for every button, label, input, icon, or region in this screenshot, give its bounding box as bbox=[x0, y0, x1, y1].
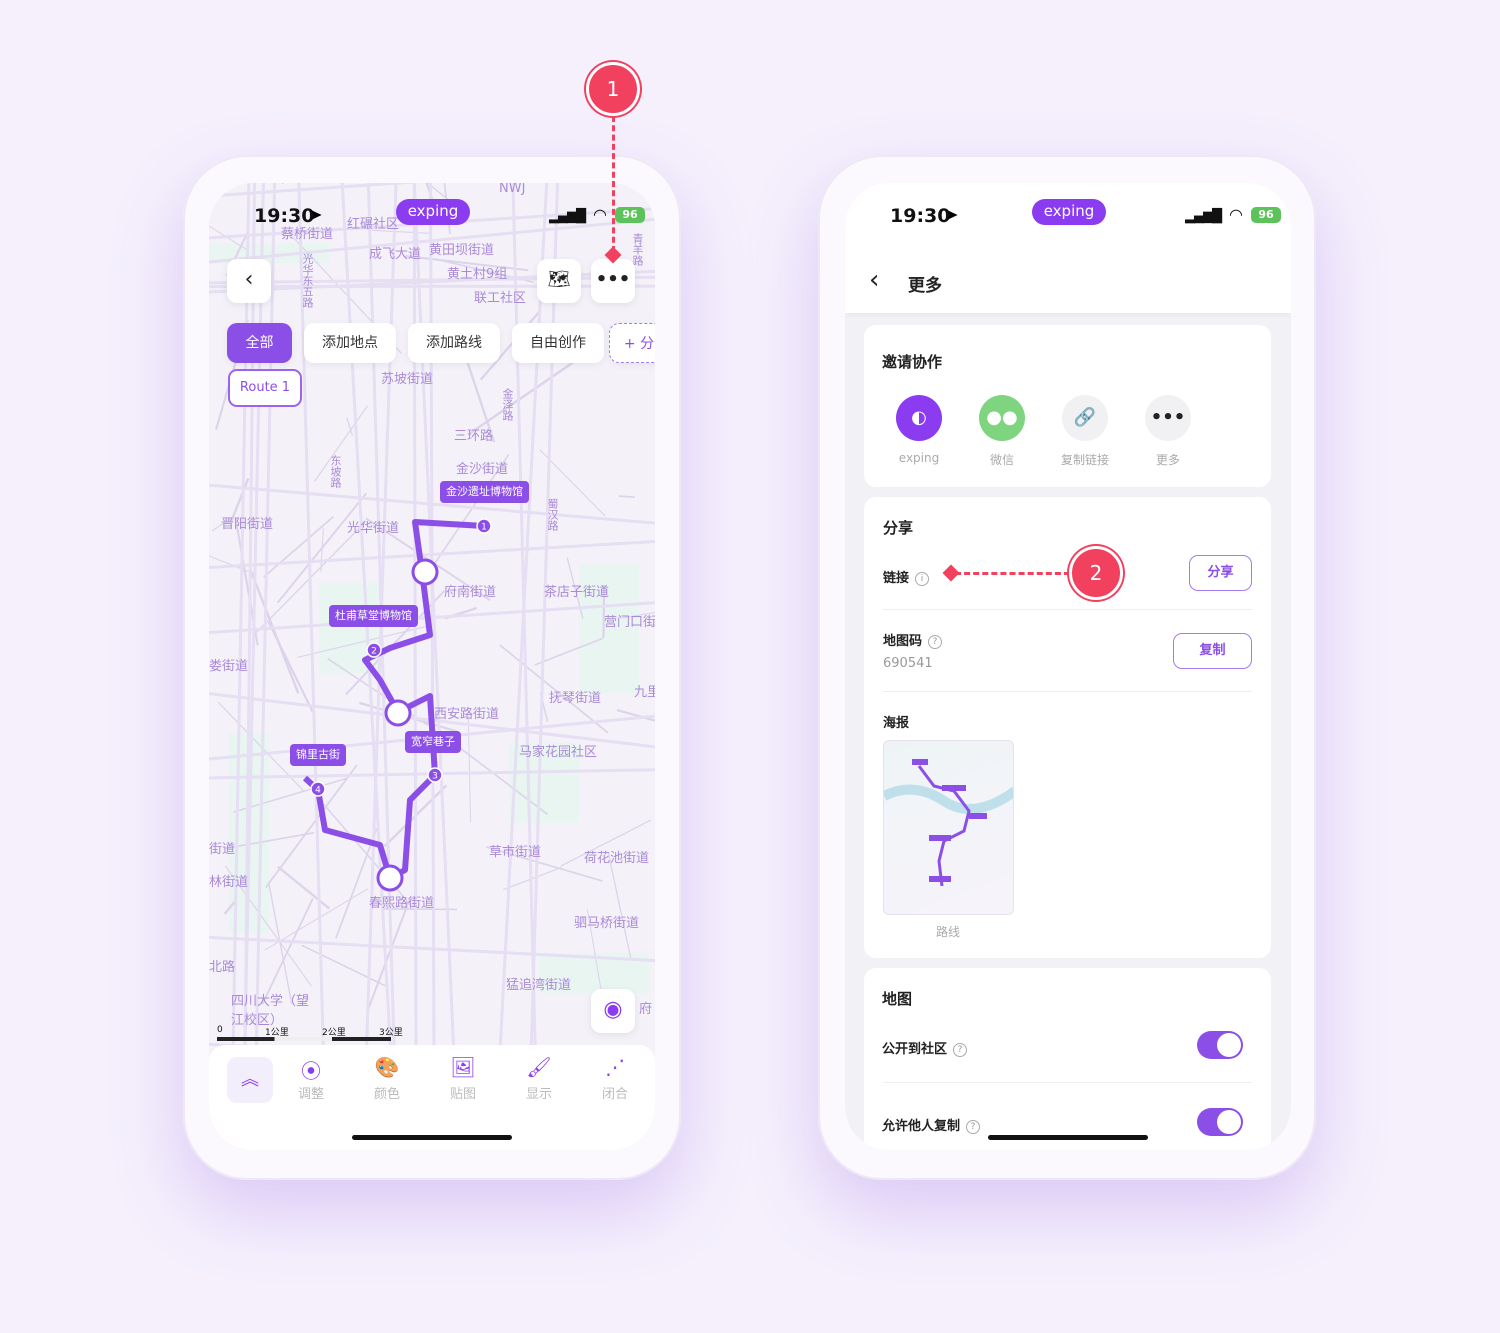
route-stop-2[interactable]: 2 bbox=[366, 642, 382, 658]
clock: 19:30 bbox=[890, 205, 951, 227]
invite-exping[interactable]: ◐ exping bbox=[889, 395, 949, 465]
invite-wechat[interactable]: ●● 微信 bbox=[972, 395, 1032, 468]
tool-polyline[interactable]: ⋰ 闭合 bbox=[585, 1055, 645, 1102]
location-arrow-icon: ➤ bbox=[945, 205, 959, 224]
poi-label[interactable]: 锦里古街 bbox=[290, 744, 346, 766]
battery-icon: 96 bbox=[1251, 207, 1281, 223]
pin-icon: ⦿ bbox=[301, 1059, 321, 1083]
help-icon[interactable]: ? bbox=[953, 1043, 968, 1057]
poster-caption: 路线 bbox=[936, 925, 961, 939]
divider bbox=[883, 609, 1252, 610]
route-stop-1[interactable]: 1 bbox=[476, 518, 492, 534]
chevron-up-icon: ︽ bbox=[241, 1069, 259, 1090]
back-button[interactable]: ‹ bbox=[869, 265, 879, 295]
route-stop-3[interactable]: 3 bbox=[427, 767, 443, 783]
poster-label: 海报 bbox=[883, 716, 910, 731]
paint-roller-icon: 🖌 bbox=[526, 1055, 552, 1079]
expand-button[interactable]: ︽ bbox=[227, 1057, 273, 1103]
poster-route-thumbnail bbox=[884, 759, 1013, 887]
crosshair-icon: ◉ bbox=[603, 997, 623, 1022]
invite-label: 更多 bbox=[1155, 453, 1180, 467]
help-icon[interactable]: ? bbox=[928, 635, 943, 649]
info-icon[interactable]: i bbox=[915, 572, 930, 586]
polyline-icon: ⋰ bbox=[605, 1055, 625, 1079]
invite-label: exping bbox=[898, 451, 940, 465]
share-button[interactable]: 分享 bbox=[1189, 555, 1252, 591]
link-icon: 🔗 bbox=[1062, 395, 1108, 441]
poi-label[interactable]: 杜甫草堂博物馆 bbox=[329, 605, 418, 627]
route-stop-number: 3 bbox=[432, 772, 438, 782]
code-label: 地图码 bbox=[883, 634, 923, 649]
help-icon[interactable]: ? bbox=[966, 1120, 981, 1134]
map-code-value: 690541 bbox=[883, 656, 933, 671]
poi-label[interactable]: 金沙遗址博物馆 bbox=[440, 481, 529, 503]
scale-label: 0 bbox=[217, 1025, 223, 1035]
public-label: 公开到社区 bbox=[882, 1042, 948, 1057]
divider bbox=[883, 1082, 1252, 1083]
home-indicator bbox=[352, 1135, 512, 1140]
copy-button[interactable]: 复制 bbox=[1173, 633, 1252, 669]
invite-card: 邀请协作 ◐ exping ●● 微信 🔗 复制链接 ••• 更多 bbox=[864, 325, 1271, 487]
more-screen: 19:30 ➤ exping ▂▄▆█ ◠ 96 ‹ 更多 邀请协作 ◐ expin… bbox=[845, 183, 1291, 1150]
link-row-label: 链接 i bbox=[883, 567, 930, 586]
allow-copy-label: 允许他人复制 bbox=[882, 1119, 961, 1134]
status-bar: 19:30 ➤ exping ▂▄▆█ ◠ 96 bbox=[845, 199, 1291, 229]
tool-pin[interactable]: ⦿ 调整 bbox=[281, 1055, 341, 1102]
signal-icon: ▂▄▆█ bbox=[1185, 209, 1222, 224]
public-toggle[interactable] bbox=[1197, 1031, 1243, 1059]
poi-photo-marker[interactable] bbox=[411, 558, 439, 586]
tool-label: 闭合 bbox=[601, 1087, 628, 1102]
header: 19:30 ➤ exping ▂▄▆█ ◠ 96 ‹ 更多 bbox=[845, 183, 1291, 313]
share-card: 分享 链接 i 分享 地图码? 690541 复制 海报 路线 bbox=[864, 497, 1271, 958]
invite-label: 复制链接 bbox=[1060, 453, 1109, 467]
poi-photo-marker[interactable] bbox=[376, 864, 404, 892]
annotation-1: 1 bbox=[586, 62, 640, 116]
allow-copy-row-label: 允许他人复制? bbox=[882, 1115, 981, 1134]
annotation-line-1 bbox=[612, 116, 615, 252]
invite-copy-link[interactable]: 🔗 复制链接 bbox=[1055, 395, 1115, 468]
bottom-toolbar: ︽ ⦿ 调整 🎨 颜色 🖼 贴图 🖌 显示 ⋰ 闭合 bbox=[209, 1045, 655, 1150]
scale-bar: 0 1公里 2公里 3公里 bbox=[217, 1025, 417, 1045]
tool-image[interactable]: 🖼 贴图 bbox=[433, 1055, 493, 1102]
invite-title: 邀请协作 bbox=[882, 353, 943, 371]
annotation-line-2 bbox=[955, 572, 1070, 575]
tool-paint-roller[interactable]: 🖌 显示 bbox=[509, 1055, 569, 1102]
tool-palette[interactable]: 🎨 颜色 bbox=[357, 1055, 417, 1102]
more-icon: ••• bbox=[1145, 395, 1191, 441]
annotation-2: 2 bbox=[1069, 546, 1123, 600]
allow-copy-toggle[interactable] bbox=[1197, 1108, 1243, 1136]
route-line: 1 2 3 4 bbox=[302, 518, 492, 892]
map-code-label: 地图码? bbox=[883, 630, 943, 649]
locate-button[interactable]: ◉ bbox=[591, 989, 635, 1033]
public-row-label: 公开到社区? bbox=[882, 1038, 968, 1057]
route-stop-4[interactable]: 4 bbox=[310, 781, 326, 797]
tool-label: 调整 bbox=[297, 1087, 324, 1102]
invite-label: 微信 bbox=[989, 453, 1014, 467]
home-indicator bbox=[988, 1135, 1148, 1140]
tool-label: 贴图 bbox=[449, 1087, 476, 1102]
share-title: 分享 bbox=[883, 519, 914, 537]
poi-photo-marker[interactable] bbox=[384, 699, 412, 727]
tool-label: 颜色 bbox=[373, 1087, 400, 1102]
map-editor-screen: NWJ 红碾社区 蔡桥街道 成飞大道 黄田坝街道 黄土村9组 联工社区 光华东五路 苏坡街道 金泽… bbox=[209, 183, 655, 1150]
link-label: 链接 bbox=[883, 571, 910, 586]
map-settings-title: 地图 bbox=[882, 990, 913, 1008]
palette-icon: 🎨 bbox=[374, 1055, 400, 1079]
page-title: 更多 bbox=[908, 276, 942, 296]
route-stop-number: 1 bbox=[481, 523, 487, 533]
exping-icon: ◐ bbox=[896, 395, 942, 441]
brand-logo: exping bbox=[1032, 199, 1106, 225]
route-stop-number: 2 bbox=[371, 647, 377, 657]
poi-label[interactable]: 宽窄巷子 bbox=[405, 731, 461, 753]
tool-label: 显示 bbox=[525, 1087, 552, 1102]
map-settings-card: 地图 公开到社区? 允许他人复制? bbox=[864, 968, 1271, 1150]
wechat-icon: ●● bbox=[979, 395, 1025, 441]
route-stop-number: 4 bbox=[315, 786, 321, 796]
poster-thumbnail[interactable] bbox=[883, 740, 1014, 915]
wifi-icon: ◠ bbox=[1229, 205, 1243, 224]
image-icon: 🖼 bbox=[450, 1055, 476, 1079]
divider bbox=[883, 691, 1252, 692]
invite-more[interactable]: ••• 更多 bbox=[1138, 395, 1198, 468]
